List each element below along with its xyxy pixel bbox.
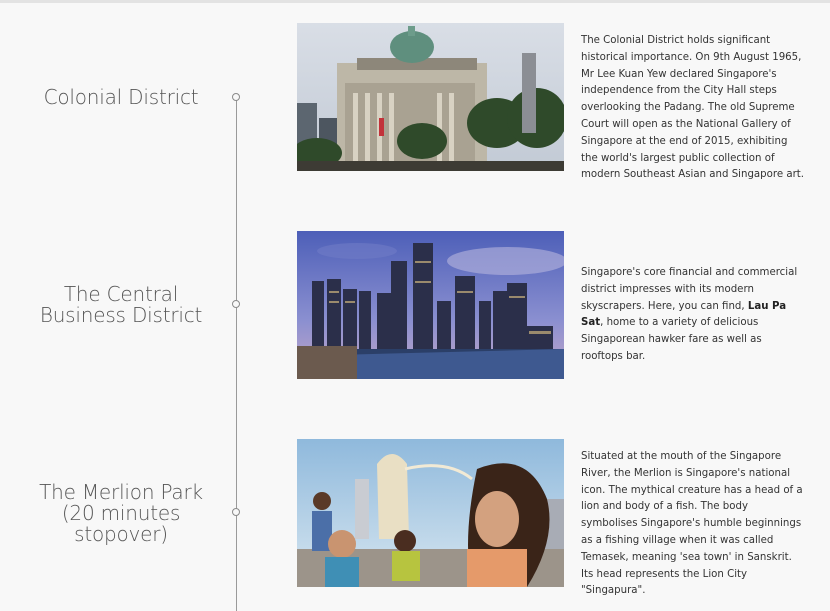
description-text: , home to a variety of delicious Singapo… (581, 317, 762, 362)
title-line: The Merlion Park (39, 480, 203, 504)
merlion-park-description: Situated at the mouth of the Singapore R… (581, 451, 803, 597)
timeline-line (236, 97, 237, 611)
cbd-photo (297, 231, 564, 379)
merlion-park-photo (297, 439, 564, 587)
cbd-description: Singapore's core financial and commercia… (581, 265, 806, 366)
title-line: Business District (39, 303, 203, 327)
colonial-district-photo (297, 23, 564, 171)
title-line: stopover) (74, 522, 168, 546)
title-line: Colonial District (43, 85, 199, 109)
top-divider (0, 0, 830, 3)
colonial-district-description: The Colonial District holds significant … (581, 35, 805, 181)
section-title-colonial-district: Colonial District (21, 87, 221, 108)
timeline-dot (232, 300, 240, 308)
section-title-central-business-district: The Central Business District (21, 284, 221, 326)
timeline-dot (232, 93, 240, 101)
section-title-merlion-park: The Merlion Park (20 minutes stopover) (21, 482, 221, 545)
title-line: The Central (63, 282, 179, 306)
title-line: (20 minutes (61, 501, 181, 525)
timeline-dot (232, 508, 240, 516)
